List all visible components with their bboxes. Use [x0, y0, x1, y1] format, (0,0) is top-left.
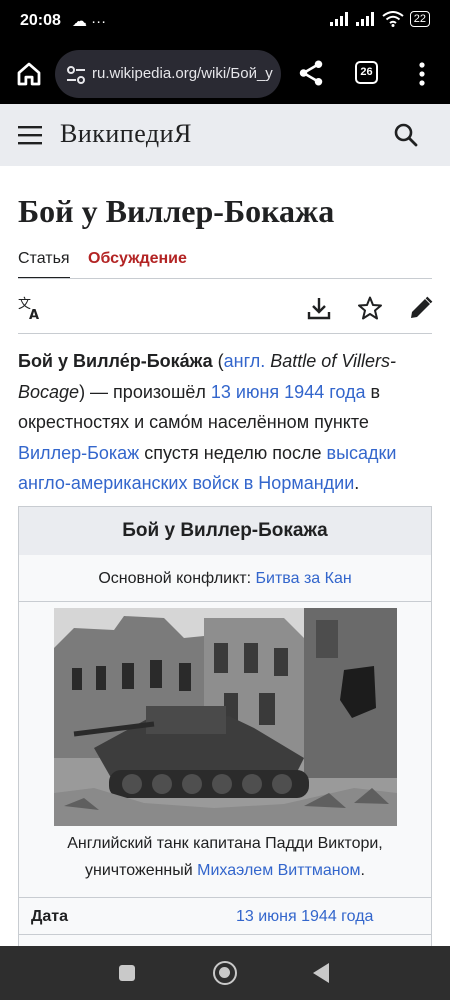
- conflict-link[interactable]: Битва за Кан: [256, 570, 352, 587]
- url-text[interactable]: ru.wikipedia.org/wiki/Бой_у: [92, 65, 273, 82]
- tab-switcher-button[interactable]: 26: [355, 61, 378, 84]
- wikipedia-wordmark[interactable]: ВикипедиЯ: [60, 119, 192, 149]
- wifi-icon: [382, 11, 404, 27]
- wiki-header: ВикипедиЯ: [0, 104, 450, 166]
- lead-text: .: [354, 473, 360, 493]
- infobox-title: Бой у Виллер-Бокажа: [19, 507, 431, 555]
- hamburger-icon[interactable]: [18, 124, 42, 146]
- battery-icon: 22: [409, 11, 430, 27]
- star-icon[interactable]: [357, 295, 383, 321]
- date-link[interactable]: 13 июня 1944 года: [211, 382, 366, 402]
- article-content: Бой у Виллер-Бокажа Статья Обсуждение 文 …: [0, 166, 450, 946]
- address-bar[interactable]: ru.wikipedia.org/wiki/Бой_у: [55, 50, 281, 98]
- pencil-icon[interactable]: [408, 295, 434, 321]
- signal-icon: [329, 12, 348, 26]
- infobox-row-date: Дата 13 июня 1944 года: [19, 897, 431, 935]
- page-title: Бой у Виллер-Бокажа: [18, 193, 335, 229]
- share-icon[interactable]: [296, 58, 326, 88]
- caption-text: .: [360, 862, 365, 879]
- svg-text:A: A: [29, 308, 39, 320]
- infobox-conflict: Основной конфликт: Битва за Кан: [19, 555, 431, 602]
- divider: [18, 278, 432, 279]
- recents-button[interactable]: [119, 965, 135, 981]
- tune-icon[interactable]: [65, 64, 87, 86]
- tank-photo[interactable]: [54, 608, 397, 826]
- tab-article[interactable]: Статья: [18, 250, 70, 279]
- lang-link[interactable]: англ.: [224, 351, 266, 371]
- date-value-link[interactable]: 13 июня 1944 года: [236, 908, 373, 926]
- caption-link[interactable]: Михаэлем Виттманом: [197, 862, 360, 879]
- translate-icon[interactable]: 文 A: [18, 296, 44, 320]
- infobox: Бой у Виллер-Бокажа Основной конфликт: Б…: [18, 506, 432, 946]
- status-bar: 20:08 ☁ ··· 22: [0, 0, 450, 44]
- lead-paragraph: Бой у Вилле́р-Бока́жа (англ. Battle of V…: [18, 346, 432, 499]
- system-nav-bar: [0, 946, 450, 1000]
- browser-toolbar: ru.wikipedia.org/wiki/Бой_у 26: [0, 44, 450, 104]
- notification-icons: ☁ ···: [72, 13, 107, 30]
- tab-talk[interactable]: Обсуждение: [88, 250, 187, 268]
- photo-caption: Английский танк капитана Падди Виктори, …: [29, 830, 421, 884]
- home-icon[interactable]: [14, 59, 44, 89]
- lead-text: (: [212, 351, 224, 371]
- signal-icon: [355, 12, 374, 26]
- status-indicators: 22: [329, 11, 430, 27]
- conflict-label: Основной конфликт:: [98, 570, 256, 587]
- download-icon[interactable]: [306, 295, 332, 321]
- status-time: 20:08: [20, 12, 61, 29]
- date-label: Дата: [31, 908, 69, 925]
- divider: [18, 333, 432, 334]
- lead-text: спустя неделю после: [139, 442, 327, 463]
- back-button[interactable]: [313, 963, 329, 983]
- home-button[interactable]: [213, 961, 237, 985]
- search-icon[interactable]: [393, 122, 419, 148]
- lead-text: ) — произошёл: [79, 381, 211, 402]
- more-vert-icon[interactable]: [410, 59, 434, 89]
- place-link[interactable]: Виллер-Бокаж: [18, 443, 139, 463]
- lead-term: Бой у Вилле́р-Бока́жа: [18, 351, 213, 371]
